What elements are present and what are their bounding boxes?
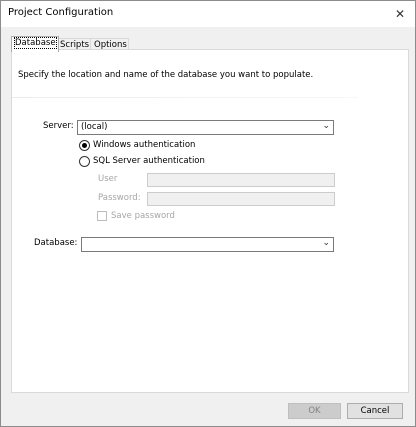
chevron-down-icon: ⌄	[322, 121, 330, 131]
server-label: Server:	[43, 121, 74, 131]
ok-button-label: OK	[308, 406, 321, 416]
sql-auth-label[interactable]: SQL Server authentication	[93, 156, 205, 166]
password-label: Password:	[98, 193, 141, 203]
panel-header: Specify the location and name of the dat…	[12, 50, 408, 100]
database-label: Database:	[34, 238, 78, 248]
save-password-checkbox[interactable]	[97, 211, 107, 221]
tab-panel-database: Specify the location and name of the dat…	[11, 49, 409, 393]
close-button[interactable]: ✕	[385, 1, 415, 27]
window-title: Project Configuration	[8, 7, 114, 18]
close-icon: ✕	[394, 7, 406, 21]
database-combobox[interactable]: ⌄	[81, 237, 334, 252]
title-bar[interactable]: Project Configuration ✕	[1, 1, 415, 27]
user-input[interactable]	[147, 173, 335, 187]
tab-database[interactable]: Database	[11, 36, 59, 52]
windows-auth-label[interactable]: Windows authentication	[93, 140, 195, 150]
dialog-window: Project Configuration ✕ Database Scripts…	[0, 0, 416, 427]
sql-auth-radio[interactable]	[79, 156, 90, 167]
chevron-down-icon: ⌄	[322, 238, 330, 248]
tab-database-label: Database	[14, 37, 57, 49]
cancel-button[interactable]: Cancel	[347, 403, 403, 419]
header-divider	[12, 97, 358, 98]
password-input[interactable]	[147, 192, 335, 206]
save-password-label: Save password	[111, 211, 175, 221]
ok-button[interactable]: OK	[288, 403, 341, 419]
server-combobox[interactable]: (local) ⌄	[77, 120, 334, 135]
user-label: User	[98, 174, 118, 184]
server-value: (local)	[81, 122, 108, 132]
cancel-button-label: Cancel	[360, 406, 390, 416]
panel-description: Specify the location and name of the dat…	[18, 70, 314, 80]
windows-auth-radio[interactable]	[79, 140, 90, 151]
